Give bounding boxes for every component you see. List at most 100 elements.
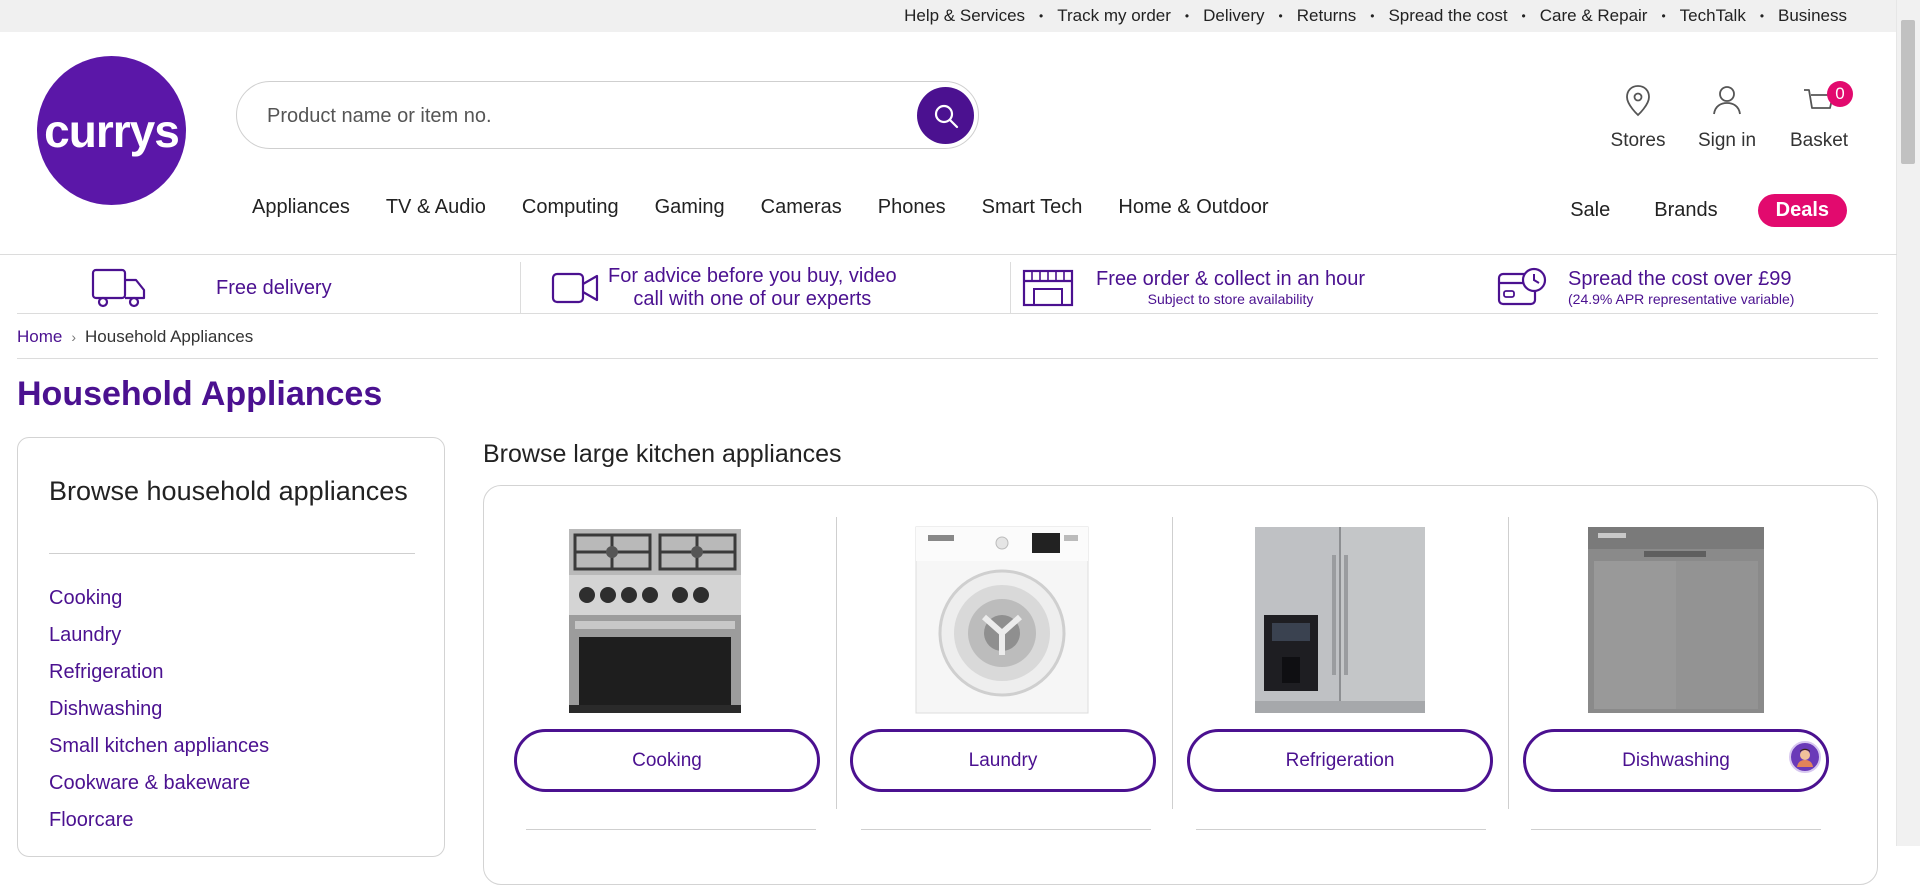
utility-bar: Help & Services • Track my order • Deliv… xyxy=(0,0,1897,32)
usp-delivery-text: Free delivery xyxy=(216,276,332,299)
usp-finance-text: Spread the cost over £99 (24.9% APR repr… xyxy=(1568,268,1794,307)
nav-sale[interactable]: Sale xyxy=(1570,199,1610,222)
usp-divider xyxy=(1010,262,1011,314)
basket-count-badge: 0 xyxy=(1827,81,1853,107)
bullet-separator: • xyxy=(1278,9,1283,23)
usp-finance-title: Spread the cost over £99 xyxy=(1568,268,1792,291)
currys-logo[interactable]: currys xyxy=(37,56,186,205)
returns-link[interactable]: Returns xyxy=(1297,6,1357,26)
sidebar-heading: Browse household appliances xyxy=(49,476,408,506)
page-scrollbar[interactable] xyxy=(1896,0,1920,846)
usp-collect-sub: Subject to store availability xyxy=(1147,291,1314,308)
stores-button[interactable]: Stores xyxy=(1593,84,1683,152)
basket-label: Basket xyxy=(1789,130,1849,151)
techtalk-link[interactable]: TechTalk xyxy=(1680,6,1746,26)
category-dishwashing-button[interactable]: Dishwashing xyxy=(1523,729,1829,792)
sign-in-button[interactable]: Sign in xyxy=(1682,84,1772,152)
usp-video-line2: call with one of our experts xyxy=(633,288,872,310)
column-divider xyxy=(836,517,837,809)
nav-phones[interactable]: Phones xyxy=(878,196,946,226)
nav-home-outdoor[interactable]: Home & Outdoor xyxy=(1118,196,1268,226)
bullet-separator: • xyxy=(1521,9,1526,23)
help-services-link[interactable]: Help & Services xyxy=(904,6,1025,26)
usp-finance-sub: (24.9% APR representative variable) xyxy=(1568,291,1795,308)
header-divider xyxy=(0,254,1897,255)
assistant-face-icon xyxy=(1797,748,1813,767)
sign-in-label: Sign in xyxy=(1697,130,1757,151)
page-title: Household Appliances xyxy=(17,375,383,413)
usp-bottom-divider xyxy=(17,313,1878,314)
usp-spread-cost[interactable]: Spread the cost over £99 (24.9% APR repr… xyxy=(1496,262,1794,314)
logo-text: currys xyxy=(44,104,180,157)
sidebar-item-floorcare[interactable]: Floorcare xyxy=(49,802,269,839)
search-button[interactable] xyxy=(917,87,974,144)
usp-order-collect[interactable]: Free order & collect in an hour Subject … xyxy=(1020,262,1365,314)
sidebar-item-small-kitchen[interactable]: Small kitchen appliances xyxy=(49,728,269,765)
nav-brands[interactable]: Brands xyxy=(1654,199,1717,222)
nav-appliances[interactable]: Appliances xyxy=(252,196,350,226)
chat-assistant-avatar[interactable] xyxy=(1789,741,1821,773)
card-divider xyxy=(1196,829,1486,830)
fridge-freezer-image[interactable] xyxy=(1250,525,1430,715)
main-nav: Appliances TV & Audio Computing Gaming C… xyxy=(252,196,1305,226)
category-refrigeration-button[interactable]: Refrigeration xyxy=(1187,729,1493,792)
column-divider xyxy=(1508,517,1509,809)
sidebar-list: Cooking Laundry Refrigeration Dishwashin… xyxy=(49,580,269,839)
search-input[interactable] xyxy=(265,82,869,150)
location-pin-icon xyxy=(1626,85,1650,117)
sidebar-item-dishwashing[interactable]: Dishwashing xyxy=(49,691,269,728)
track-order-link[interactable]: Track my order xyxy=(1057,6,1171,26)
usp-free-delivery[interactable]: Free delivery xyxy=(90,262,332,314)
delivery-van-icon xyxy=(91,268,146,308)
dishwasher-image[interactable] xyxy=(1586,525,1766,715)
deals-button[interactable]: Deals xyxy=(1757,194,1847,227)
card-divider xyxy=(861,829,1151,830)
video-camera-icon xyxy=(551,272,599,304)
breadcrumb: Home › Household Appliances xyxy=(17,327,253,347)
usp-collect-title: Free order & collect in an hour xyxy=(1096,268,1366,291)
sidebar-item-refrigeration[interactable]: Refrigeration xyxy=(49,654,269,691)
usp-video-text: For advice before you buy, video call wi… xyxy=(608,265,897,311)
usp-video-advice[interactable]: For advice before you buy, video call wi… xyxy=(550,262,897,314)
sidebar-item-laundry[interactable]: Laundry xyxy=(49,617,269,654)
nav-smart-tech[interactable]: Smart Tech xyxy=(982,196,1083,226)
browse-sidebar: Browse household appliances Cooking Laun… xyxy=(17,437,445,857)
sidebar-item-cooking[interactable]: Cooking xyxy=(49,580,269,617)
breadcrumb-home[interactable]: Home xyxy=(17,327,62,347)
spread-cost-link[interactable]: Spread the cost xyxy=(1388,6,1507,26)
breadcrumb-divider xyxy=(17,358,1878,359)
business-link[interactable]: Business xyxy=(1778,6,1847,26)
category-laundry-button[interactable]: Laundry xyxy=(850,729,1156,792)
breadcrumb-current: Household Appliances xyxy=(85,327,254,346)
washing-machine-image[interactable] xyxy=(912,525,1092,715)
usp-collect-text: Free order & collect in an hour Subject … xyxy=(1096,268,1365,307)
card-divider xyxy=(526,829,816,830)
nav-tv-audio[interactable]: TV & Audio xyxy=(386,196,486,226)
bullet-separator: • xyxy=(1370,9,1375,23)
bullet-separator: • xyxy=(1039,9,1044,23)
payment-clock-icon xyxy=(1497,267,1547,306)
nav-cameras[interactable]: Cameras xyxy=(761,196,842,226)
search-bar xyxy=(236,81,979,150)
range-cooker-image[interactable] xyxy=(565,525,745,715)
bullet-separator: • xyxy=(1661,9,1666,23)
sidebar-item-cookware[interactable]: Cookware & bakeware xyxy=(49,765,269,802)
usp-video-line1: For advice before you buy, video xyxy=(608,265,897,287)
bullet-separator: • xyxy=(1759,9,1765,23)
care-repair-link[interactable]: Care & Repair xyxy=(1540,6,1648,26)
browse-section-title: Browse large kitchen appliances xyxy=(483,440,842,468)
bullet-separator: • xyxy=(1184,9,1190,23)
nav-computing[interactable]: Computing xyxy=(522,196,619,226)
usp-divider xyxy=(520,262,521,314)
store-icon xyxy=(1022,269,1074,307)
nav-gaming[interactable]: Gaming xyxy=(655,196,725,226)
chevron-right-icon: › xyxy=(71,329,77,345)
basket-button[interactable]: 0 Basket xyxy=(1774,81,1864,152)
delivery-link[interactable]: Delivery xyxy=(1203,6,1264,26)
scrollbar-thumb[interactable] xyxy=(1901,20,1915,164)
user-icon xyxy=(1713,86,1741,115)
column-divider xyxy=(1172,517,1173,809)
card-divider xyxy=(1531,829,1821,830)
category-cooking-button[interactable]: Cooking xyxy=(514,729,820,792)
stores-label: Stores xyxy=(1610,130,1666,151)
